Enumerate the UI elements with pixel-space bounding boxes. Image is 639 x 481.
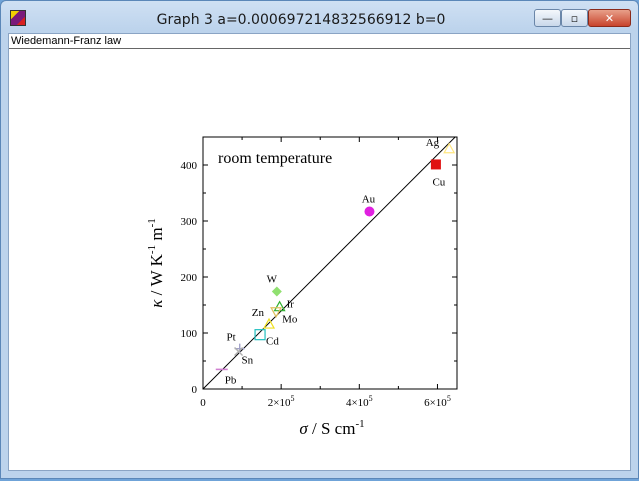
point-au-marker [364,206,375,217]
y-axis-unit: / W K [147,253,166,299]
y-tick-label: 300 [181,216,198,228]
x-tick-exponent: 5 [369,394,373,403]
point-cu-marker [430,159,441,170]
point-ag-marker [443,142,456,154]
point-cu-label: Cu [432,176,445,188]
point-au: Au [362,193,376,217]
chart: 0 2×105 4×105 6×1050100200300400 room temper… [146,136,458,438]
y-axis-label: κ / W K-1 m-1 [146,218,166,308]
x-tick-exponent: 5 [291,394,295,403]
x-tick-mantissa: 4×10 [346,397,369,409]
point-sn-label: Sn [242,354,254,366]
fit-line [203,137,456,389]
point-pb: Pb [215,368,237,386]
x-tick-mantissa: 6×10 [424,397,447,409]
point-cu: Cu [430,159,446,188]
point-w: W [267,274,282,297]
x-tick-label: 6×105 [424,394,451,409]
point-cd: Cd [254,329,279,348]
x-tick-label: 2×105 [268,394,295,409]
point-ag: Ag [426,137,456,154]
x-tick-label: 4×105 [346,394,373,409]
y-tick-label: 100 [181,328,198,340]
point-pb-label: Pb [225,374,237,386]
point-w-marker [271,286,282,297]
x-tick-exponent: 5 [447,394,451,403]
x-axis-unit: / S cm [308,419,356,438]
point-cd-label: Cd [266,336,279,348]
point-ag-label: Ag [426,137,440,149]
graph-window: Graph 3 a=0.000697214832566912 b=0 — ▫ ✕… [0,0,639,479]
y-tick-label: 200 [181,272,198,284]
x-tick-label: 0 [200,397,206,409]
x-tick-label-text: 0 [200,397,206,409]
point-ir-label: Ir [287,299,295,311]
point-sn: Sn [234,346,254,366]
point-pt-label: Pt [227,332,236,344]
point-zn-label: Zn [252,307,265,319]
annotation-room-temperature: room temperature [218,150,332,167]
graph-area: Wiedemann-Franz law 0 2×105 4×105 6×105 0 100… [8,33,631,471]
point-ir: Ir [273,299,295,312]
y-tick-label: 0 [192,384,198,396]
y-axis-exponent-1: -1 [146,245,158,254]
point-au-label: Au [362,193,376,205]
point-w-label: W [267,274,278,286]
y-axis-exponent-2: -1 [146,218,158,227]
point-cd-marker [254,329,266,341]
y-tick-label: 400 [181,160,198,172]
x-axis-exponent: -1 [355,418,364,430]
point-mo-label: Mo [282,314,298,326]
x-tick-mantissa: 2×10 [268,397,291,409]
y-axis-unit-2: m [147,227,166,244]
x-axis-label: σ / S cm-1 [299,418,364,438]
point-zn: Zn [252,307,276,329]
